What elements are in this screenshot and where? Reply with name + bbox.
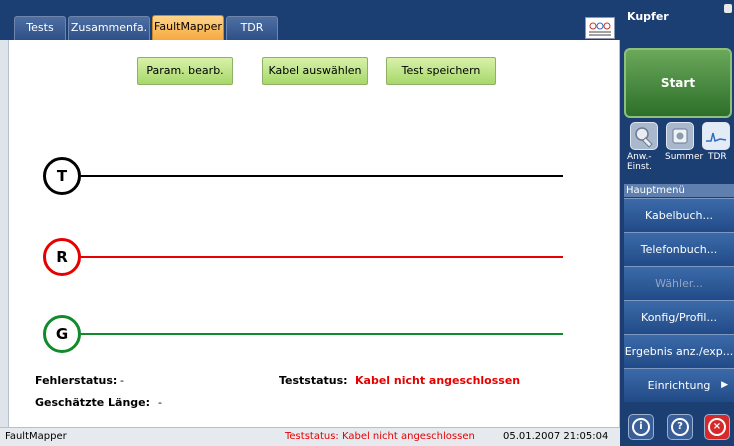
fault-status-value: -: [120, 374, 124, 387]
submenu-arrow-icon: ▶: [721, 380, 728, 390]
wire-line-t: [81, 175, 563, 177]
estimated-length-value: -: [158, 396, 162, 409]
side-panel-title: Kupfer: [627, 10, 669, 23]
close-button[interactable]: ×: [704, 414, 730, 440]
estimated-length-label: Geschätzte Länge:: [35, 396, 151, 409]
tab-faultmapper[interactable]: FaultMapper: [152, 15, 224, 40]
wire-row-r: R: [9, 238, 621, 276]
menu-item-kabelbuch[interactable]: Kabelbuch...: [624, 198, 734, 232]
wire-line-r: [81, 256, 563, 258]
info-button[interactable]: i: [628, 414, 654, 440]
close-icon: ×: [708, 418, 726, 436]
status-datetime: 05.01.2007 21:05:04: [503, 431, 609, 442]
side-panel: Kupfer Start Anw.- Einst. Summer TDR Hau…: [620, 0, 734, 446]
fault-status-label: Fehlerstatus:: [35, 374, 118, 387]
tab-bar: Tests Zusammenfa. FaultMapper TDR: [0, 0, 620, 40]
settings-wrench-icon[interactable]: [630, 122, 658, 150]
quick-label-summer: Summer: [665, 152, 704, 162]
menu-item-waehler[interactable]: Wähler...: [624, 266, 734, 300]
faultmapper-panel: Param. bearb. Kabel auswählen Test speic…: [8, 40, 620, 427]
wire-label-t: T: [43, 157, 81, 195]
help-icon: ?: [671, 418, 689, 436]
test-status-value: Kabel nicht angeschlossen: [355, 374, 521, 387]
menu-item-ergebnis[interactable]: Ergebnis anz./exp...: [624, 334, 734, 368]
select-cable-button[interactable]: Kabel auswählen: [262, 57, 368, 85]
tab-tests[interactable]: Tests: [14, 16, 66, 40]
menu-item-einrichtung-label: Einrichtung: [647, 379, 711, 392]
quick-label-settings: Anw.- Einst.: [627, 152, 652, 172]
main-menu-title: Hauptmenü: [624, 184, 734, 197]
wire-row-t: T: [9, 157, 621, 195]
help-button[interactable]: ?: [667, 414, 693, 440]
edit-params-button[interactable]: Param. bearb.: [137, 57, 233, 85]
wire-label-r: R: [43, 238, 81, 276]
window-corner-icon: [724, 4, 732, 13]
wire-line-g: [81, 333, 563, 335]
test-status-label: Teststatus:: [279, 374, 348, 387]
status-app-name: FaultMapper: [5, 431, 67, 442]
menu-item-einrichtung[interactable]: Einrichtung ▶: [624, 368, 734, 402]
network-logo-icon: [585, 17, 615, 39]
wire-label-g: G: [43, 315, 81, 353]
save-test-button[interactable]: Test speichern: [386, 57, 496, 85]
quick-label-tdr: TDR: [708, 152, 727, 162]
status-message: Teststatus: Kabel nicht angeschlossen: [285, 431, 475, 442]
menu-item-konfig-profil[interactable]: Konfig/Profil...: [624, 300, 734, 334]
info-icon: i: [632, 418, 650, 436]
wire-row-g: G: [9, 315, 621, 353]
start-button[interactable]: Start: [624, 48, 732, 118]
tdr-graph-icon[interactable]: [702, 122, 730, 150]
status-bar: FaultMapper Teststatus: Kabel nicht ange…: [0, 427, 620, 446]
tab-zusammenfassung[interactable]: Zusammenfa.: [68, 16, 150, 40]
menu-item-telefonbuch[interactable]: Telefonbuch...: [624, 232, 734, 266]
tab-tdr[interactable]: TDR: [226, 16, 278, 40]
speaker-icon[interactable]: [666, 122, 694, 150]
